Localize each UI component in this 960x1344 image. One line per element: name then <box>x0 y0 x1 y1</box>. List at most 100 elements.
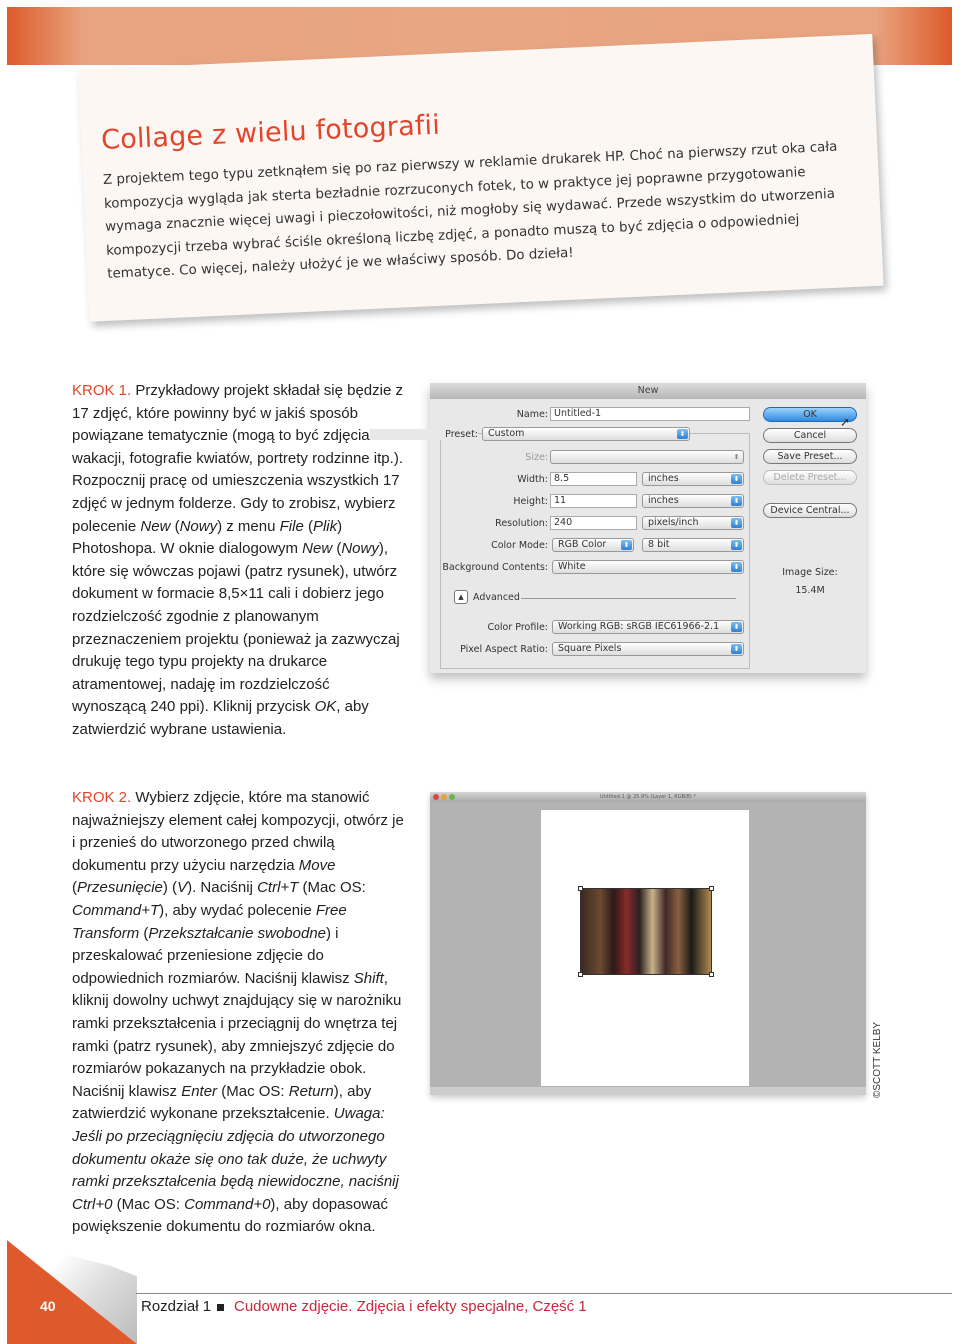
step-label: KROK 2. <box>72 789 132 806</box>
step-text-segment: ( <box>170 517 180 535</box>
transform-handle[interactable] <box>709 972 714 977</box>
delete-preset-button: Delete Preset... <box>763 470 857 485</box>
dialog-title: New <box>430 383 866 399</box>
stepper-arrows-icon: ⬍ <box>733 453 740 461</box>
color-profile-label: Color Profile: <box>487 622 548 633</box>
size-select: ⬍ <box>550 450 744 464</box>
transform-handle[interactable] <box>578 972 583 977</box>
stepper-arrows-icon: ⬍ <box>731 474 742 484</box>
step-text-segment: (Mac OS: <box>112 1195 185 1213</box>
image-size-value: 15.4M <box>795 585 825 596</box>
step-text-segment: New <box>140 517 171 535</box>
name-input[interactable]: Untitled-1 <box>550 407 750 421</box>
step-text-segment: ), które się wówczas pojawi (patrz rysun… <box>72 540 400 716</box>
intro-text: Z projektem tego typu zetknąłem się po r… <box>102 139 838 282</box>
transform-handle[interactable] <box>578 886 583 891</box>
zoom-icon[interactable] <box>449 794 455 800</box>
resolution-label: Resolution: <box>495 518 548 529</box>
step-text-segment: Przekształcanie swobodne <box>148 924 327 942</box>
step-text-segment: Nowy <box>179 517 218 535</box>
preset-label: Preset: <box>370 429 478 440</box>
pixel-aspect-select[interactable]: Square Pixels ⬍ <box>552 642 744 656</box>
step-text-segment: Shift <box>353 969 384 987</box>
step-text-segment: ( <box>332 540 342 558</box>
width-input[interactable]: 8.5 <box>550 472 637 486</box>
stepper-arrows-icon: ⬍ <box>677 429 688 439</box>
step-label: KROK 1. <box>72 382 132 399</box>
step-text-segment: Command+0 <box>184 1195 271 1213</box>
stepper-arrows-icon: ⬍ <box>621 540 632 550</box>
resolution-input[interactable]: 240 <box>550 516 637 530</box>
device-central-button[interactable]: Device Central... <box>763 503 857 518</box>
page-number: 40 <box>40 1298 56 1314</box>
width-unit-select[interactable]: inches ⬍ <box>642 472 744 486</box>
bit-depth-value: 8 bit <box>648 539 670 550</box>
page-title: Collage z wielu fotografii <box>100 109 441 157</box>
size-label: Size: <box>525 452 548 463</box>
footer-rule <box>136 1293 952 1294</box>
resolution-unit: pixels/inch <box>648 517 699 528</box>
step-text-segment: Przesunięcie <box>77 879 163 897</box>
photo-credit: ©SCOTT KELBY <box>872 1021 883 1098</box>
step-1: KROK 1. Przykładowy projekt składał się … <box>72 380 407 742</box>
step-text-segment: ). Naciśnij <box>187 879 258 897</box>
pixel-aspect-value: Square Pixels <box>558 643 622 654</box>
save-preset-button[interactable]: Save Preset... <box>763 449 857 464</box>
stepper-arrows-icon: ⬍ <box>731 562 742 572</box>
advanced-label: Advanced <box>473 592 520 603</box>
footer-chapter: Rozdział 1 <box>141 1298 212 1315</box>
width-unit: inches <box>648 473 679 484</box>
color-mode-label: Color Mode: <box>491 540 548 551</box>
step-text-segment: ( <box>303 517 313 535</box>
step-text-segment: V <box>177 879 188 897</box>
wine-bottles-photo[interactable] <box>580 888 712 975</box>
footer-title: Cudowne zdjęcie. Zdjęcia i efekty specja… <box>234 1298 587 1315</box>
background-select[interactable]: White ⬍ <box>552 560 744 574</box>
step-text-segment: Jeśli po przeciągnięciu zdjęcia do utwor… <box>72 1127 399 1191</box>
step-text-segment: (Mac OS: <box>298 879 366 897</box>
height-label: Height: <box>513 496 548 507</box>
new-document-dialog: New Name: Untitled-1 Preset: Custom ⬍ Siz… <box>370 383 866 673</box>
step-text-segment: New <box>302 540 333 558</box>
step-text-segment: Ctrl+T <box>257 879 299 897</box>
preset-select[interactable]: Custom ⬍ <box>482 427 690 441</box>
advanced-toggle-icon[interactable]: ▲ <box>454 590 468 604</box>
color-mode-select[interactable]: RGB Color ⬍ <box>552 538 634 552</box>
document-canvas <box>541 810 749 1086</box>
stepper-arrows-icon: ⬍ <box>731 518 742 528</box>
image-size-label: Image Size: <box>782 567 838 578</box>
pixel-aspect-label: Pixel Aspect Ratio: <box>460 644 548 655</box>
name-label: Name: <box>516 409 548 420</box>
step-text-segment: Uwaga: <box>333 1105 385 1123</box>
step-text-segment: ), aby wydać polecenie <box>159 901 316 919</box>
status-bar <box>430 1087 866 1095</box>
step-text-segment: (Mac OS: <box>217 1082 289 1100</box>
minimize-icon[interactable] <box>441 794 447 800</box>
color-profile-value: Working RGB: sRGB IEC61966-2.1 <box>558 621 720 632</box>
step-text-segment: ) ( <box>162 879 178 897</box>
transform-handle[interactable] <box>709 886 714 891</box>
color-profile-select[interactable]: Working RGB: sRGB IEC61966-2.1 ⬍ <box>552 620 744 634</box>
height-input[interactable]: 11 <box>550 494 637 508</box>
step-text-segment: ) z menu <box>217 517 280 535</box>
height-unit-select[interactable]: inches ⬍ <box>642 494 744 508</box>
bit-depth-select[interactable]: 8 bit ⬍ <box>642 538 744 552</box>
footer-separator <box>217 1304 224 1311</box>
stepper-arrows-icon: ⬍ <box>731 496 742 506</box>
step-text-segment: Nowy <box>341 540 379 558</box>
document-window: Untitled-1 @ 25.9% (Layer 1, RGB/8) * <box>430 792 866 1095</box>
step-text-segment: Plik <box>312 517 338 535</box>
cancel-button[interactable]: Cancel <box>763 428 857 443</box>
mouse-cursor-icon: ➚ <box>840 415 851 429</box>
step-text-segment: Enter <box>181 1082 218 1100</box>
close-icon[interactable] <box>433 794 439 800</box>
step-text-segment: OK <box>314 698 337 716</box>
step-text-segment: , kliknij dowolny uchwyt znajdujący się … <box>72 969 402 1100</box>
intro-card: Collage z wielu fotografii Z projektem t… <box>78 33 884 322</box>
color-mode-value: RGB Color <box>558 539 607 550</box>
width-label: Width: <box>517 474 548 485</box>
preset-value: Custom <box>488 428 525 439</box>
stepper-arrows-icon: ⬍ <box>731 540 742 550</box>
resolution-unit-select[interactable]: pixels/inch ⬍ <box>642 516 744 530</box>
background-value: White <box>558 561 586 572</box>
